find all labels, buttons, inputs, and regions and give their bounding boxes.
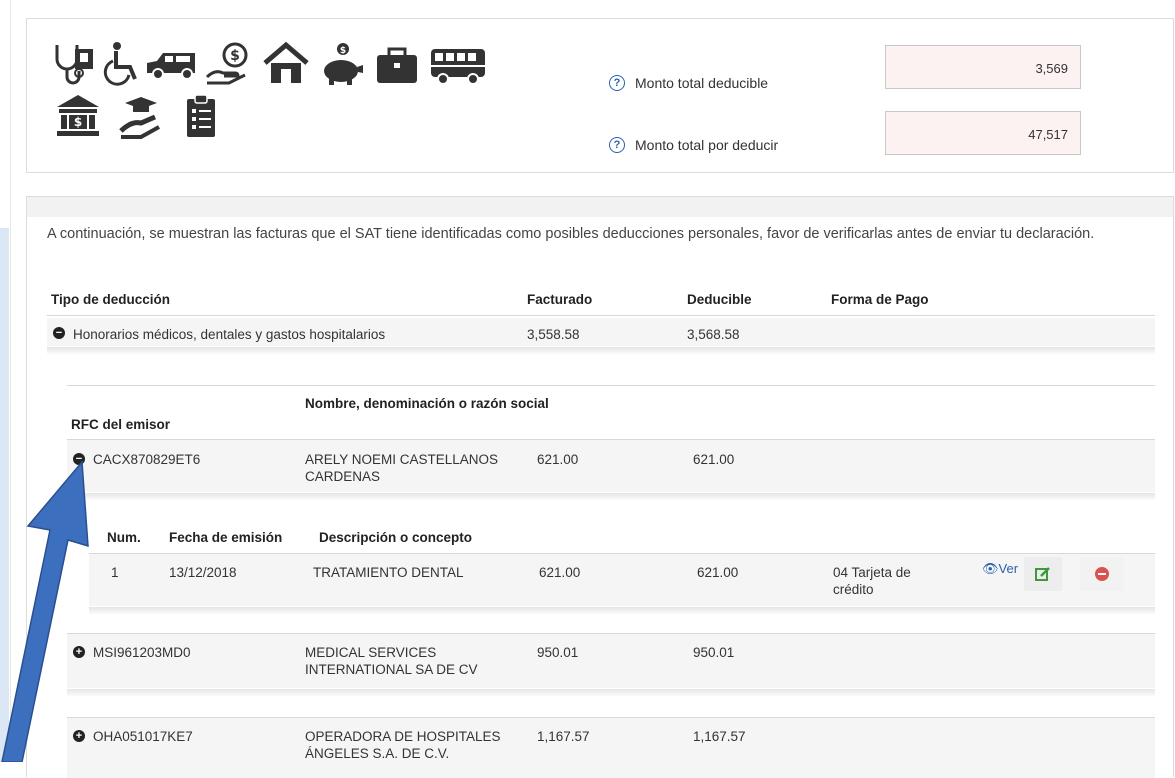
invoice-num: 1 bbox=[111, 565, 119, 580]
panel-header-strip bbox=[27, 197, 1173, 217]
ver-link[interactable]: 👁Ver bbox=[982, 561, 1018, 577]
graduation-hand-icon[interactable] bbox=[119, 93, 163, 139]
delete-icon bbox=[1095, 567, 1109, 581]
total-por-deducir-label: Monto total por deducir bbox=[635, 137, 779, 153]
total-deducible-field[interactable]: 3,569 bbox=[885, 45, 1081, 89]
col-header-forma-pago: Forma de Pago bbox=[831, 292, 929, 307]
eye-icon: 👁 bbox=[982, 561, 999, 576]
deduction-icons: $ $ $ bbox=[51, 41, 571, 145]
svg-text:$: $ bbox=[230, 48, 240, 64]
total-deducible-row: ? Monto total deducible bbox=[609, 75, 768, 91]
emisor-nombre: OPERADORA DE HOSPITALES ÁNGELES S.A. DE … bbox=[305, 729, 501, 761]
deductions-panel: A continuación, se muestran las facturas… bbox=[26, 196, 1174, 778]
clipboard-icon[interactable] bbox=[181, 93, 221, 139]
edit-button[interactable] bbox=[1024, 557, 1062, 591]
invoice-facturado: 621.00 bbox=[539, 565, 581, 580]
emisor-row[interactable] bbox=[67, 634, 1155, 688]
emisor-facturado: 621.00 bbox=[537, 452, 579, 467]
help-icon[interactable]: ? bbox=[609, 137, 625, 153]
svg-text:$: $ bbox=[74, 115, 82, 129]
emisor-deducible: 1,167.57 bbox=[693, 729, 746, 744]
total-por-deducir-row: ? Monto total por deducir bbox=[609, 137, 778, 153]
intro-text: A continuación, se muestran las facturas… bbox=[47, 226, 1095, 242]
invoice-forma-pago: 04 Tarjeta de crédito bbox=[833, 565, 911, 597]
invoice-fecha: 13/12/2018 bbox=[169, 565, 237, 580]
col-header-num: Num. bbox=[107, 530, 141, 545]
ver-label: Ver bbox=[998, 561, 1019, 576]
col-header-descripcion: Descripción o concepto bbox=[319, 530, 473, 545]
hand-coin-icon[interactable]: $ bbox=[205, 41, 255, 87]
school-bus-icon[interactable] bbox=[429, 41, 487, 87]
briefcase-icon[interactable] bbox=[373, 41, 421, 87]
divider bbox=[47, 315, 1155, 316]
summary-panel: $ $ $ ? Monto total deducible 3,569 ? Mo… bbox=[26, 18, 1174, 173]
wheelchair-icon[interactable] bbox=[101, 41, 141, 87]
emisor-nombre: MEDICAL SERVICES INTERNATIONAL SA DE CV bbox=[305, 645, 478, 677]
emisor-rfc: MSI961203MD0 bbox=[93, 645, 191, 660]
col-header-tipo: Tipo de deducción bbox=[51, 292, 171, 307]
invoice-descripcion: TRATAMIENTO DENTAL bbox=[313, 565, 464, 580]
help-icon[interactable]: ? bbox=[609, 75, 625, 91]
hearse-icon[interactable] bbox=[145, 41, 199, 87]
delete-button[interactable] bbox=[1080, 557, 1124, 591]
total-por-deducir-field[interactable]: 47,517 bbox=[885, 111, 1081, 155]
house-icon[interactable] bbox=[261, 41, 311, 87]
bank-icon[interactable]: $ bbox=[55, 93, 101, 139]
emisor-row[interactable] bbox=[67, 440, 1155, 492]
col-header-facturado: Facturado bbox=[527, 292, 593, 307]
deduction-facturado: 3,558.58 bbox=[527, 327, 580, 342]
emisor-facturado: 1,167.57 bbox=[537, 729, 590, 744]
row-shadow bbox=[67, 689, 1155, 697]
emisor-row[interactable] bbox=[67, 718, 1155, 778]
col-header-rfc: RFC del emisor bbox=[71, 417, 171, 432]
col-header-nombre: Nombre, denominación o razón social bbox=[305, 396, 549, 411]
col-header-deducible: Deducible bbox=[687, 292, 752, 307]
emisor-deducible: 621.00 bbox=[693, 452, 735, 467]
emisor-deducible: 950.01 bbox=[693, 645, 735, 660]
emisor-nombre: ARELY NOEMI CASTELLANOS CARDENAS bbox=[305, 452, 499, 484]
divider bbox=[67, 385, 1155, 386]
piggy-bank-icon[interactable]: $ bbox=[319, 41, 365, 87]
deduction-tipo: Honorarios médicos, dentales y gastos ho… bbox=[73, 327, 386, 342]
deduction-deducible: 3,568.58 bbox=[687, 327, 740, 342]
emisor-rfc: OHA051017KE7 bbox=[93, 729, 193, 744]
row-shadow bbox=[89, 607, 1155, 615]
annotation-arrow-icon bbox=[1, 460, 89, 762]
collapse-minus-icon[interactable]: − bbox=[53, 327, 65, 339]
svg-text:$: $ bbox=[340, 46, 346, 56]
total-deducible-label: Monto total deducible bbox=[635, 75, 769, 91]
col-header-fecha: Fecha de emisión bbox=[169, 530, 283, 545]
emisor-rfc: CACX870829ET6 bbox=[93, 452, 201, 467]
row-shadow bbox=[67, 493, 1155, 501]
invoice-deducible: 621.00 bbox=[697, 565, 739, 580]
stethoscope-icon[interactable] bbox=[51, 41, 97, 87]
edit-icon bbox=[1035, 567, 1050, 581]
emisor-facturado: 950.01 bbox=[537, 645, 579, 660]
row-shadow bbox=[47, 347, 1155, 355]
